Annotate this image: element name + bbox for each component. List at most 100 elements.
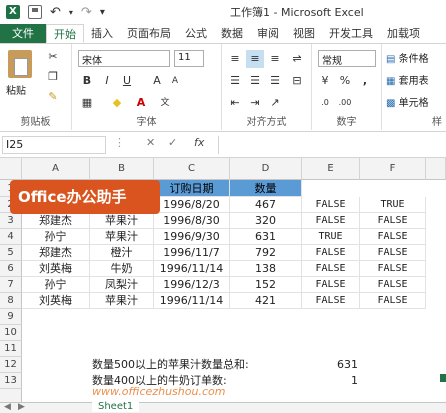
number-format-select[interactable]: 常规 (318, 50, 376, 67)
cell-date[interactable]: 1996/11/14 (154, 261, 230, 277)
tab-insert[interactable]: 插入 (84, 24, 120, 43)
decrease-font-icon[interactable]: A (166, 72, 184, 90)
row-header[interactable]: 3 (0, 213, 22, 229)
percent-button[interactable]: % (336, 72, 354, 90)
borders-icon[interactable]: ▦ (78, 94, 96, 112)
sheet-tab[interactable]: Sheet1 (92, 401, 140, 412)
cell-qty[interactable]: 421 (230, 293, 302, 309)
cell-name[interactable]: 郑建杰 (22, 245, 90, 261)
tab-file[interactable]: 文件 (0, 24, 46, 43)
cell-flag-f[interactable]: FALSE (360, 213, 426, 229)
customize-qat-icon[interactable]: ▾ (100, 7, 105, 18)
format-as-table-button[interactable]: ▦ 套用表 (386, 72, 429, 87)
align-right-icon[interactable]: ☰ (266, 72, 284, 90)
select-all-corner[interactable] (0, 158, 22, 180)
cell-flag-f[interactable]: FALSE (360, 293, 426, 309)
cut-icon[interactable]: ✂ (44, 48, 62, 66)
cell-qty[interactable]: 467 (230, 197, 302, 213)
currency-icon[interactable]: ¥ (316, 72, 334, 90)
cell-flag-e[interactable]: TRUE (302, 229, 360, 245)
cell-flag-e[interactable]: FALSE (302, 277, 360, 293)
undo-icon[interactable]: ↶ (50, 5, 61, 20)
name-box[interactable]: I25 (2, 136, 106, 154)
summary-value[interactable]: 631 (302, 357, 360, 373)
font-name-select[interactable]: 宋体 (78, 50, 170, 67)
cell-date[interactable]: 1996/8/30 (154, 213, 230, 229)
tab-review[interactable]: 审阅 (250, 24, 286, 43)
row-header[interactable]: 11 (0, 341, 22, 357)
tab-home[interactable]: 开始 (46, 24, 84, 43)
format-painter-icon[interactable]: ✎ (44, 88, 62, 106)
column-header-b[interactable]: B (90, 158, 154, 180)
cell-date[interactable]: 1996/8/20 (154, 197, 230, 213)
decrease-indent-icon[interactable]: ⇤ (226, 94, 244, 112)
column-header-d[interactable]: D (230, 158, 302, 180)
insert-function-button[interactable]: fx (194, 136, 204, 149)
decrease-decimal-icon[interactable]: .00 (336, 94, 354, 112)
cell-flag-e[interactable]: FALSE (302, 245, 360, 261)
increase-decimal-icon[interactable]: .0 (316, 94, 334, 112)
column-header-g[interactable] (426, 158, 446, 180)
tab-data[interactable]: 数据 (214, 24, 250, 43)
cell-qty[interactable]: 320 (230, 213, 302, 229)
header-cell-date[interactable]: 订购日期 (154, 180, 230, 197)
cell-name[interactable]: 刘英梅 (22, 293, 90, 309)
phonetic-icon[interactable]: 文 (156, 94, 174, 112)
row-header[interactable]: 4 (0, 229, 22, 245)
paste-label[interactable]: 粘贴 (6, 82, 26, 97)
redo-icon[interactable]: ↷ (81, 5, 92, 20)
cell-flag-e[interactable]: FALSE (302, 213, 360, 229)
header-cell-qty[interactable]: 数量 (230, 180, 302, 197)
tab-page-layout[interactable]: 页面布局 (120, 24, 178, 43)
cell-flag-f[interactable]: TRUE (360, 197, 426, 213)
cell-flag-f[interactable]: FALSE (360, 277, 426, 293)
cell-flag-f[interactable]: FALSE (360, 261, 426, 277)
tab-developer[interactable]: 开发工具 (322, 24, 380, 43)
conditional-format-button[interactable]: ▤ 条件格 (386, 50, 429, 65)
cell-product[interactable]: 苹果汁 (90, 293, 154, 309)
column-header-e[interactable]: E (302, 158, 360, 180)
cell-styles-button[interactable]: ▩ 单元格 (386, 94, 429, 109)
align-top-icon[interactable]: ≡ (226, 50, 244, 68)
cell-flag-e[interactable]: FALSE (302, 197, 360, 213)
font-color-icon[interactable]: A (132, 94, 150, 112)
cell-qty[interactable]: 631 (230, 229, 302, 245)
row-header[interactable]: 6 (0, 261, 22, 277)
cell-name[interactable]: 郑建杰 (22, 213, 90, 229)
cell-flag-e[interactable]: FALSE (302, 261, 360, 277)
cell-flag-f[interactable]: FALSE (360, 245, 426, 261)
font-size-select[interactable]: 11 (174, 50, 204, 67)
cell-product[interactable]: 苹果汁 (90, 213, 154, 229)
enter-icon[interactable]: ✓ (168, 136, 177, 149)
row-header[interactable]: 9 (0, 309, 22, 325)
cell-name[interactable]: 孙宁 (22, 277, 90, 293)
align-middle-icon[interactable]: ≡ (246, 50, 264, 68)
cancel-icon[interactable]: ✕ (146, 136, 155, 149)
cell-product[interactable]: 凤梨汁 (90, 277, 154, 293)
row-header[interactable]: 13 (0, 373, 22, 389)
column-header-f[interactable]: F (360, 158, 426, 180)
sheet-nav-next-icon[interactable]: ▶ (18, 402, 25, 412)
row-header[interactable]: 8 (0, 293, 22, 309)
cell-product[interactable]: 橙汁 (90, 245, 154, 261)
fill-color-icon[interactable]: ◆ (108, 94, 126, 112)
formula-input[interactable] (218, 136, 444, 154)
cell-date[interactable]: 1996/9/30 (154, 229, 230, 245)
summary-label[interactable]: 数量500以上的苹果汁数量总和: (92, 357, 249, 373)
cell-qty[interactable]: 152 (230, 277, 302, 293)
wrap-text-icon[interactable]: ⇌ (288, 50, 306, 68)
underline-button[interactable]: U (118, 72, 136, 90)
row-header[interactable]: 5 (0, 245, 22, 261)
tab-view[interactable]: 视图 (286, 24, 322, 43)
paste-icon[interactable] (8, 50, 32, 78)
increase-font-icon[interactable]: A (148, 72, 166, 90)
italic-button[interactable]: I (98, 72, 116, 90)
tab-addins[interactable]: 加载项 (380, 24, 427, 43)
increase-indent-icon[interactable]: ⇥ (246, 94, 264, 112)
cell-qty[interactable]: 792 (230, 245, 302, 261)
row-header[interactable]: 12 (0, 357, 22, 373)
column-header-a[interactable]: A (22, 158, 90, 180)
summary-value[interactable]: 1 (302, 373, 360, 389)
orientation-icon[interactable]: ↗ (266, 94, 284, 112)
align-left-icon[interactable]: ☰ (226, 72, 244, 90)
